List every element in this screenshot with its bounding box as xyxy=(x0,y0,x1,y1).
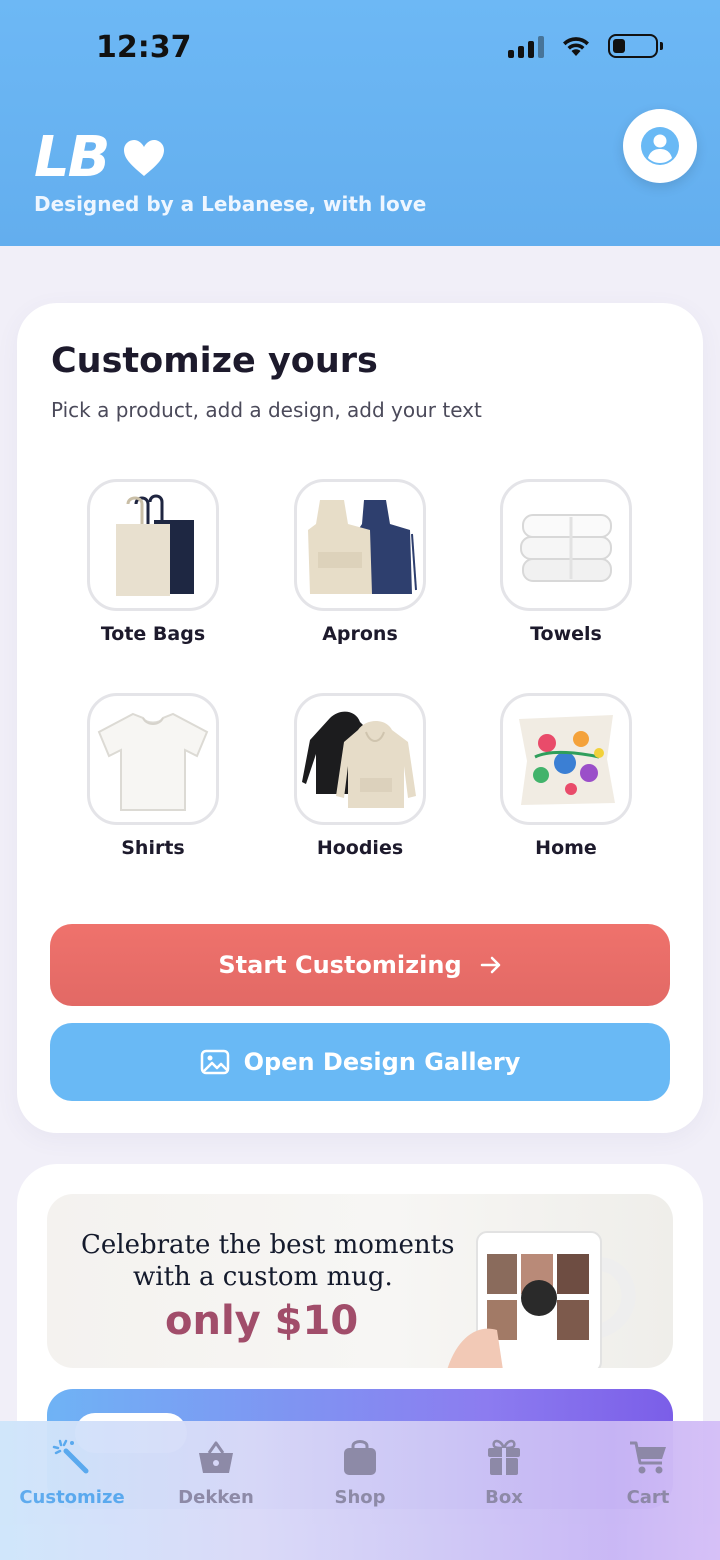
nav-cart[interactable]: Cart xyxy=(576,1435,720,1508)
promo-headline-line2: with a custom mug. xyxy=(133,1262,393,1292)
arrow-right-icon xyxy=(480,956,500,974)
cart-icon xyxy=(630,1441,666,1474)
status-time: 12:37 xyxy=(96,30,192,65)
product-label: Tote Bags xyxy=(100,623,206,645)
app-header: 12:37 LB Designed by a Lebanese, with lo… xyxy=(0,0,720,246)
open-design-gallery-label: Open Design Gallery xyxy=(243,1048,521,1076)
gift-icon xyxy=(488,1439,520,1475)
heart-icon xyxy=(124,140,165,176)
shirt-image xyxy=(87,693,219,825)
nav-label: Shop xyxy=(334,1487,386,1508)
hoodie-image xyxy=(294,693,426,825)
tote-bag-image xyxy=(87,479,219,611)
custom-mug-image xyxy=(447,1231,636,1368)
promo-price: only $10 xyxy=(165,1298,359,1344)
user-avatar-icon xyxy=(641,127,679,165)
tagline: Designed by a Lebanese, with love xyxy=(34,192,427,216)
image-gallery-icon xyxy=(200,1049,229,1075)
open-design-gallery-button[interactable]: Open Design Gallery xyxy=(50,1023,670,1101)
brand-logo: LB xyxy=(34,130,166,186)
logo-text: LB xyxy=(34,125,110,190)
basket-icon xyxy=(199,1441,233,1473)
mug-promo-banner[interactable]: Celebrate the best moments with a custom… xyxy=(47,1194,673,1368)
pillow-image xyxy=(500,693,632,825)
bottom-navigation: Customize Dekken Shop Box Cart xyxy=(0,1421,720,1560)
customize-subtitle: Pick a product, add a design, add your t… xyxy=(51,398,482,422)
start-customizing-button[interactable]: Start Customizing xyxy=(50,924,670,1006)
towel-image xyxy=(500,479,632,611)
product-label: Aprons xyxy=(322,623,398,645)
product-home[interactable]: Home xyxy=(486,693,646,859)
cellular-signal-icon xyxy=(508,34,544,58)
shopping-bag-icon xyxy=(344,1440,376,1475)
customize-card: Customize yours Pick a product, add a de… xyxy=(17,303,703,1133)
nav-label: Customize xyxy=(19,1487,125,1508)
start-customizing-label: Start Customizing xyxy=(218,951,462,979)
nav-label: Box xyxy=(485,1487,523,1508)
product-tote-bags[interactable]: Tote Bags xyxy=(73,479,233,645)
profile-button[interactable] xyxy=(623,109,697,183)
product-label: Towels xyxy=(530,623,602,645)
magic-wand-icon xyxy=(52,1439,89,1474)
product-label: Shirts xyxy=(121,837,185,859)
product-towels[interactable]: Towels xyxy=(486,479,646,645)
battery-icon xyxy=(608,34,663,58)
product-aprons[interactable]: Aprons xyxy=(280,479,440,645)
product-shirts[interactable]: Shirts xyxy=(73,693,233,859)
status-icons xyxy=(508,34,663,58)
wifi-icon xyxy=(563,37,589,56)
product-label: Hoodies xyxy=(316,837,404,859)
nav-dekken[interactable]: Dekken xyxy=(144,1435,288,1508)
nav-label: Dekken xyxy=(178,1487,254,1508)
nav-label: Cart xyxy=(626,1487,670,1508)
apron-image xyxy=(294,479,426,611)
product-label: Home xyxy=(535,837,597,859)
product-hoodies[interactable]: Hoodies xyxy=(280,693,440,859)
promo-headline-line1: Celebrate the best moments xyxy=(81,1230,455,1260)
customize-title: Customize yours xyxy=(51,341,378,381)
nav-box[interactable]: Box xyxy=(432,1435,576,1508)
nav-shop[interactable]: Shop xyxy=(288,1435,432,1508)
nav-customize[interactable]: Customize xyxy=(0,1435,144,1508)
